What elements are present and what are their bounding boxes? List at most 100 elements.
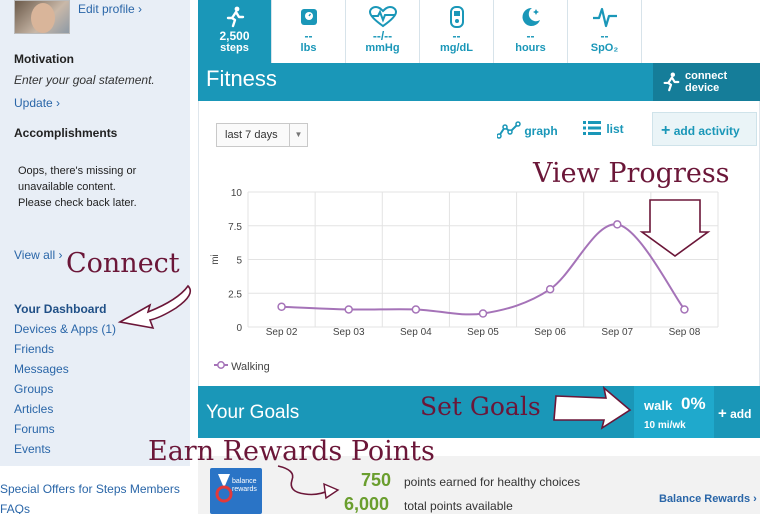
walking-series-line	[281, 223, 686, 316]
accomplishments-heading: Accomplishments	[14, 126, 118, 140]
list-icon	[583, 121, 601, 135]
moon-icon	[522, 7, 540, 26]
runner-icon	[663, 72, 680, 92]
add-goal-label: add	[730, 407, 752, 421]
points-total-value: 6,000	[344, 494, 390, 514]
x-tick-label: Sep 07	[601, 327, 633, 338]
view-progress-annotation: View Progress	[533, 158, 730, 189]
nav-friends[interactable]: Friends	[14, 339, 116, 359]
heart-pulse-icon	[368, 6, 397, 28]
sleep-value: --	[526, 29, 535, 43]
fitness-title: Fitness	[206, 66, 277, 91]
connect-annotation: Connect	[66, 248, 180, 279]
nav-groups[interactable]: Groups	[14, 379, 116, 399]
motivation-heading: Motivation	[14, 52, 74, 66]
fitness-header: Fitness connect device	[198, 63, 760, 101]
faqs-link[interactable]: FAQs	[0, 502, 30, 514]
points-total-label: total points available	[404, 499, 513, 513]
list-label: list	[606, 122, 624, 136]
walk-goal-target: 10 mi/wk	[644, 420, 686, 431]
sidebar: Edit profile › Motivation Enter your goa…	[0, 0, 190, 466]
tab-steps[interactable]: 2,500 steps	[198, 0, 272, 63]
x-tick-label: Sep 02	[266, 327, 298, 338]
legend-marker-icon	[214, 361, 228, 369]
nav-forums[interactable]: Forums	[14, 419, 116, 439]
spo2-unit: SpO₂	[590, 42, 619, 54]
connect-device-button[interactable]: connect device	[653, 63, 760, 101]
nav-devices-apps[interactable]: Devices & Apps (1)	[14, 319, 116, 339]
balance-rewards-link[interactable]: Balance Rewards ›	[659, 493, 757, 505]
list-view-button[interactable]: list	[583, 121, 624, 136]
missing-line-1: Oops, there's missing or	[18, 165, 137, 177]
nav-messages[interactable]: Messages	[14, 359, 116, 379]
tab-blood-pressure[interactable]: --/-- mmHg	[346, 0, 420, 63]
y-tick-label: 0	[236, 323, 242, 334]
x-tick-label: Sep 03	[333, 327, 365, 338]
tab-spo2[interactable]: -- SpO₂	[568, 0, 642, 63]
goal-statement-text: Enter your goal statement.	[14, 73, 155, 87]
spo2-value: --	[600, 29, 609, 43]
y-tick-label: 10	[231, 188, 243, 199]
graph-view-button[interactable]: graph	[496, 121, 558, 139]
add-activity-button[interactable]: + add activity	[652, 112, 757, 146]
runner-icon	[226, 6, 244, 28]
tab-weight[interactable]: -- lbs	[272, 0, 346, 63]
walk-goal-percent: 0%	[681, 394, 706, 413]
line-graph-icon	[496, 121, 521, 139]
walking-data-point	[613, 220, 622, 229]
points-earned-value: 750	[361, 470, 392, 490]
walk-goal-card[interactable]: walk 0% 10 mi/wk	[634, 386, 714, 438]
add-activity-label: add activity	[673, 124, 740, 138]
sleep-unit: hours	[515, 42, 546, 54]
plus-icon: +	[661, 122, 671, 139]
steps-value: 2,500	[219, 29, 250, 43]
view-all-link[interactable]: View all ›	[14, 248, 62, 262]
balance-rewards-logo[interactable]: balance rewards	[210, 468, 262, 514]
glucose-value: --	[452, 29, 461, 43]
steps-unit: steps	[220, 42, 249, 54]
update-link[interactable]: Update ›	[14, 96, 60, 110]
x-tick-label: Sep 06	[534, 327, 566, 338]
nav-events[interactable]: Events	[14, 439, 116, 459]
earn-rewards-annotation: Earn Rewards Points	[148, 436, 435, 467]
goals-title: Your Goals	[206, 402, 300, 423]
plus-icon: +	[718, 405, 727, 422]
pulse-icon	[592, 7, 617, 28]
y-axis-label: mi	[210, 254, 221, 265]
blood-pressure-value: --/--	[372, 29, 393, 43]
walking-line-chart: 0 2.5 5 7.5 10 Sep 02 Sep 03 Sep 04 Sep 05 Sep 06…	[210, 188, 719, 338]
weight-value: --	[304, 29, 313, 43]
chart-legend[interactable]: Walking	[214, 360, 270, 373]
avatar[interactable]	[14, 0, 70, 34]
blood-pressure-unit: mmHg	[365, 42, 400, 54]
special-offers-link[interactable]: Special Offers for Steps Members	[0, 482, 180, 496]
walking-data-point	[478, 309, 488, 318]
ribbon-icon	[215, 474, 233, 503]
missing-line-2: unavailable content.	[18, 181, 116, 193]
connect-line-1: connect	[685, 70, 728, 82]
missing-line-3: Please check back later.	[18, 197, 137, 209]
connect-line-2: device	[685, 82, 720, 94]
walking-data-point	[680, 305, 689, 314]
glucose-meter-icon	[449, 6, 464, 28]
y-tick-label: 2.5	[228, 289, 242, 300]
x-tick-label: Sep 05	[467, 327, 499, 338]
tab-sleep[interactable]: -- hours	[494, 0, 568, 63]
set-goals-annotation: Set Goals	[420, 392, 541, 421]
legend-walking-label: Walking	[231, 361, 270, 373]
nav-articles[interactable]: Articles	[14, 399, 116, 419]
nav-your-dashboard[interactable]: Your Dashboard	[14, 299, 116, 319]
weight-unit: lbs	[300, 42, 317, 54]
date-range-value: last 7 days	[225, 129, 278, 141]
metric-tabs: 2,500 steps -- lbs --/-- mmHg -- mg/dL -…	[198, 0, 760, 63]
logo-text: balance rewards	[232, 478, 257, 493]
y-tick-label: 7.5	[228, 222, 242, 233]
walking-data-point	[344, 305, 353, 314]
date-range-select[interactable]: last 7 days ▼	[216, 123, 308, 147]
edit-profile-link[interactable]: Edit profile ›	[78, 2, 142, 16]
points-earned-label: points earned for healthy choices	[404, 475, 581, 489]
add-goal-button[interactable]: + add	[718, 405, 751, 422]
scale-icon	[300, 9, 317, 25]
chevron-down-icon: ▼	[289, 124, 307, 146]
tab-glucose[interactable]: -- mg/dL	[420, 0, 494, 63]
